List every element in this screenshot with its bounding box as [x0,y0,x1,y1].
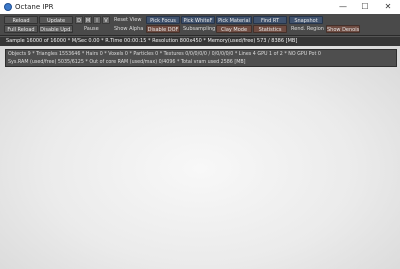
statistics-line-scene: Objects 9 * Triangles 1553646 * Hairs 0 … [8,52,321,57]
minimize-button[interactable]: — [332,0,354,14]
i-button[interactable]: I [93,16,101,24]
snapshot-button[interactable]: Snapshot [289,16,323,24]
toolbar: Reload Update D M I V Reset View Pick Fo… [0,14,400,36]
reset-view-button[interactable]: Reset View [114,16,141,24]
render-viewport[interactable]: Objects 9 * Triangles 1553646 * Hairs 0 … [0,46,400,269]
v-button[interactable]: V [102,16,110,24]
reload-button[interactable]: Reload [4,16,38,24]
window-title: Octane IPR [15,3,54,11]
statistics-line-memory: Sys.RAM (used/free) 5035/6125 * Out of c… [8,60,246,65]
pick-white-button[interactable]: Pick WhiteF [181,16,215,24]
close-button[interactable]: ✕ [377,0,399,14]
update-button[interactable]: Update [39,16,73,24]
title-bar: Octane IPR — ☐ ✕ [0,0,400,14]
find-rt-button[interactable]: Find RT [253,16,287,24]
disable-dof-toggle[interactable]: Disable DOF [146,25,180,33]
pause-button[interactable]: Pause [84,25,99,33]
clay-mode-toggle[interactable]: Clay Mode [216,25,252,33]
render-status-text: Sample 16000 of 16000 * M/Sec 0.00 * R.T… [6,38,298,44]
statistics-toggle[interactable]: Statistics [253,25,287,33]
subsampling-toggle[interactable]: Subsampling [183,25,215,33]
pick-focus-button[interactable]: Pick Focus [146,16,180,24]
full-reload-button[interactable]: Full Reload [4,25,38,33]
pick-material-button[interactable]: Pick Material [216,16,252,24]
octane-ipr-window: Octane IPR — ☐ ✕ Reload Update D M I V R… [0,0,400,269]
disable-update-button[interactable]: Disable Upd. [39,25,73,33]
show-denoise-toggle[interactable]: Show Denoise [326,25,360,33]
statistics-overlay: Objects 9 * Triangles 1553646 * Hairs 0 … [5,49,397,67]
render-region-toggle[interactable]: Rend. Region [291,25,324,33]
maximize-button[interactable]: ☐ [354,0,376,14]
show-alpha-toggle[interactable]: Show Alpha [114,25,143,33]
d-button[interactable]: D [75,16,83,24]
octane-app-icon [4,3,12,11]
m-button[interactable]: M [84,16,92,24]
